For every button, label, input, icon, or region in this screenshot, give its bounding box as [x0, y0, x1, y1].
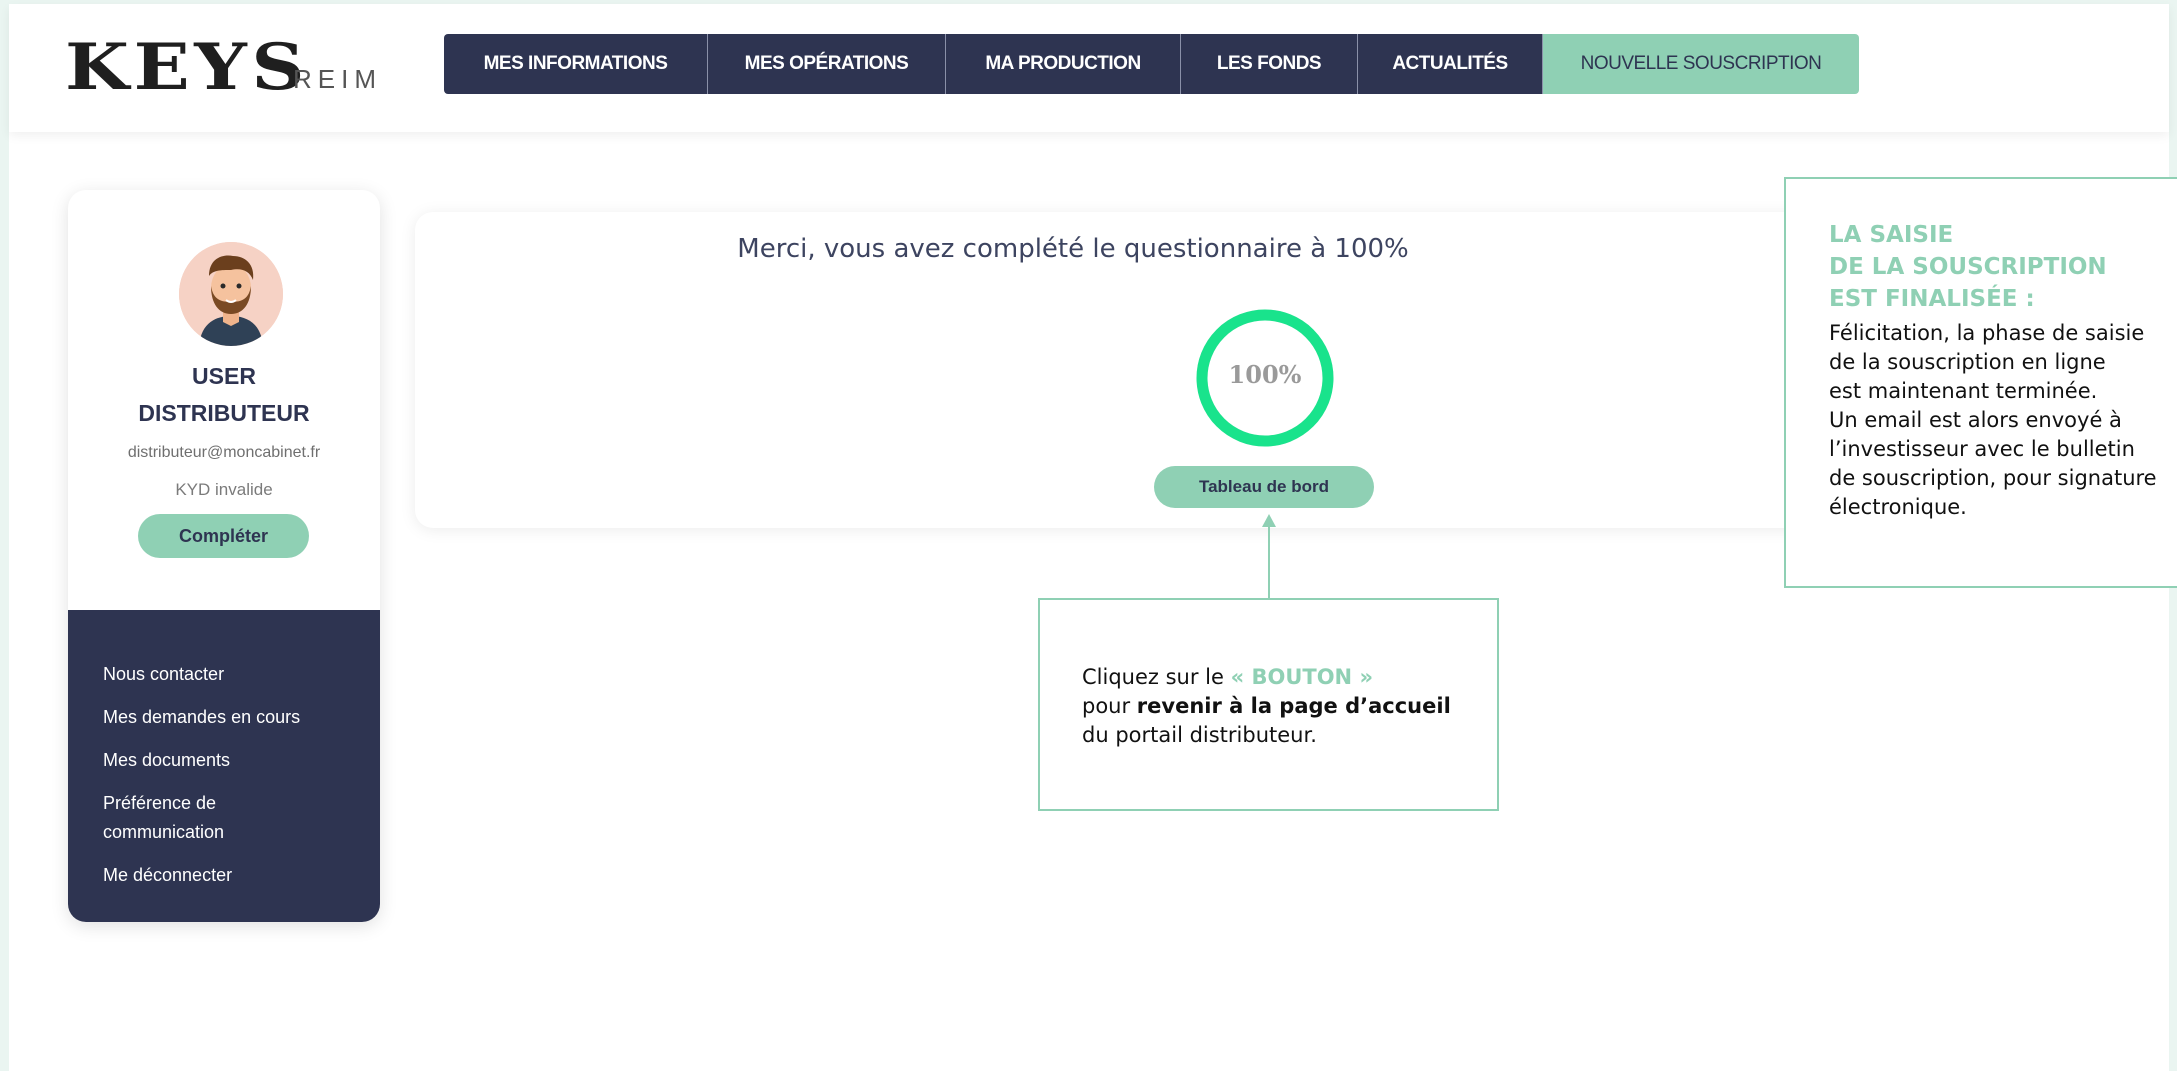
logo[interactable]: KEYS — [65, 30, 309, 105]
avatar — [179, 242, 283, 346]
user-name: USER DISTRIBUTEUR — [68, 358, 380, 432]
user-email: distributeur@moncabinet.fr — [127, 444, 321, 461]
side-link-mes-demandes[interactable]: Mes demandes en cours — [103, 703, 300, 732]
profile-card: USER DISTRIBUTEUR distributeur@moncabine… — [68, 190, 380, 922]
info-body: Félicitation, la phase de saisie de la s… — [1829, 321, 2157, 519]
nav-les-fonds[interactable]: LES FONDS — [1181, 34, 1358, 94]
user-name-line1: USER — [192, 363, 256, 389]
completion-card: Merci, vous avez complété le questionnai… — [415, 212, 1915, 528]
side-link-mes-documents[interactable]: Mes documents — [103, 746, 230, 775]
side-menu: Nous contacter Mes demandes en cours Mes… — [68, 610, 380, 922]
nav-ma-production[interactable]: MA PRODUCTION — [946, 34, 1181, 94]
callout-text-part3: du portail distributeur. — [1082, 723, 1317, 747]
user-name-line2: DISTRIBUTEUR — [138, 400, 310, 426]
nav-nouvelle-souscription[interactable]: NOUVELLE SOUSCRIPTION — [1543, 34, 1859, 94]
callout-text-part2: pour — [1082, 694, 1137, 718]
nav-actualites[interactable]: ACTUALITÉS — [1358, 34, 1543, 94]
side-link-nous-contacter[interactable]: Nous contacter — [103, 660, 224, 689]
callout-text: Cliquez sur le « BOUTON » pour revenir à… — [1082, 663, 1482, 750]
nav-mes-operations[interactable]: MES OPÉRATIONS — [708, 34, 946, 94]
completion-message: Merci, vous avez complété le questionnai… — [415, 234, 1915, 264]
completion-message-text: Merci, vous avez complété le questionnai… — [737, 234, 1409, 264]
complete-button[interactable]: Compléter — [138, 514, 309, 558]
info-box: LA SAISIE DE LA SOUSCRIPTION EST FINALIS… — [1784, 177, 2177, 588]
info-title: LA SAISIE DE LA SOUSCRIPTION EST FINALIS… — [1829, 222, 2107, 312]
side-link-deconnecter[interactable]: Me déconnecter — [103, 861, 232, 890]
instruction-callout: Cliquez sur le « BOUTON » pour revenir à… — [1038, 598, 1499, 811]
side-link-preference-line2[interactable]: communication — [103, 818, 224, 847]
nav-mes-informations[interactable]: MES INFORMATIONS — [444, 34, 708, 94]
callout-text-part1: Cliquez sur le — [1082, 665, 1231, 689]
dashboard-button[interactable]: Tableau de bord — [1154, 466, 1374, 508]
progress-label: 100% — [1228, 360, 1302, 389]
side-link-preference-line1[interactable]: Préférence de — [103, 789, 216, 818]
kyd-status: KYD invalide — [175, 480, 273, 499]
callout-highlight: « BOUTON » — [1230, 665, 1374, 689]
arrow-up-icon — [1262, 514, 1276, 599]
logo-subtitle: REIM — [293, 64, 382, 94]
main-nav: MES INFORMATIONS MES OPÉRATIONS MA PRODU… — [444, 34, 1859, 94]
callout-bold: revenir à la page d’accueil — [1136, 694, 1451, 718]
header: KEYS REIM MES INFORMATIONS MES OPÉRATION… — [9, 4, 2169, 132]
